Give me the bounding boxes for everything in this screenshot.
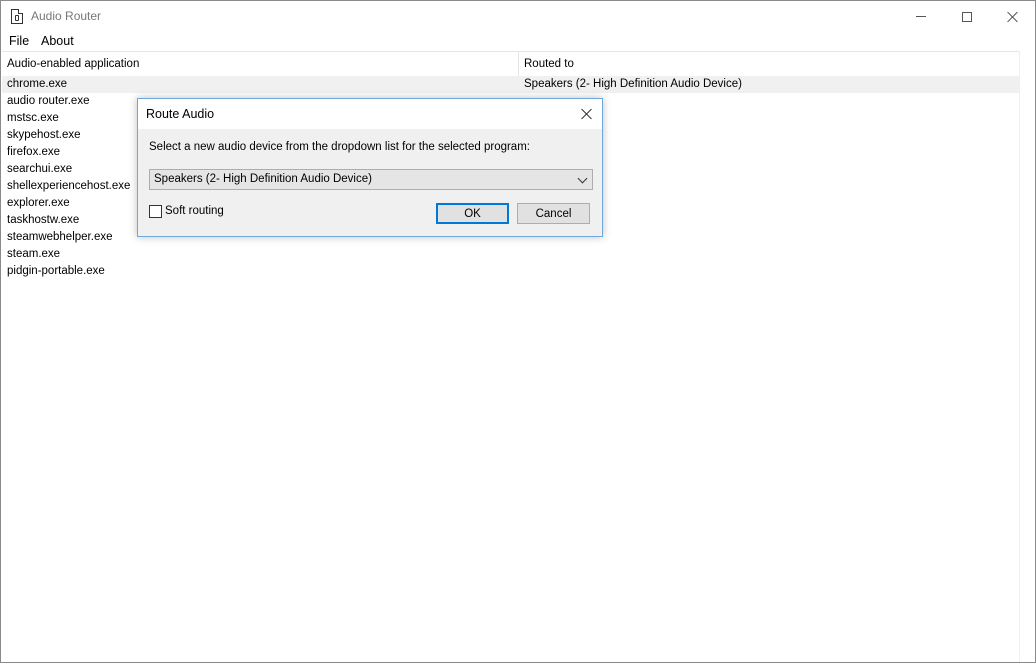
- ok-button[interactable]: OK: [436, 203, 509, 224]
- route-audio-dialog: Route Audio Select a new audio device fr…: [137, 98, 603, 237]
- audio-device-dropdown[interactable]: Speakers (2- High Definition Audio Devic…: [149, 169, 593, 190]
- dialog-title: Route Audio: [146, 107, 215, 121]
- audio-device-value: Speakers (2- High Definition Audio Devic…: [154, 173, 372, 185]
- dialog-close-button[interactable]: [575, 103, 599, 125]
- column-divider[interactable]: [518, 52, 519, 77]
- close-button[interactable]: [990, 1, 1036, 32]
- menu-about[interactable]: About: [41, 34, 74, 48]
- maximize-button[interactable]: [944, 1, 990, 32]
- app-name: mstsc.exe: [7, 112, 59, 124]
- list-row[interactable]: chrome.exe Speakers (2- High Definition A…: [2, 76, 1020, 93]
- app-name: audio router.exe: [7, 95, 90, 107]
- column-header-routed-to[interactable]: Routed to: [524, 58, 574, 70]
- soft-routing-label[interactable]: Soft routing: [165, 205, 224, 217]
- app-name: explorer.exe: [7, 197, 70, 209]
- dialog-title-bar[interactable]: Route Audio: [138, 99, 602, 129]
- close-icon: [1007, 11, 1019, 23]
- app-name: steamwebhelper.exe: [7, 231, 113, 243]
- maximize-icon: [962, 11, 972, 22]
- list-right-edge: [1019, 51, 1035, 662]
- window-title: Audio Router: [31, 9, 102, 23]
- soft-routing-checkbox[interactable]: [149, 205, 162, 218]
- app-name: steam.exe: [7, 248, 61, 260]
- close-icon: [581, 108, 593, 120]
- app-name: skypehost.exe: [7, 129, 81, 141]
- app-name: firefox.exe: [7, 146, 61, 158]
- cancel-button[interactable]: Cancel: [517, 203, 590, 224]
- app-name: chrome.exe: [7, 78, 68, 90]
- routed-device: Speakers (2- High Definition Audio Devic…: [524, 78, 742, 90]
- app-name: shellexperiencehost.exe: [7, 180, 131, 192]
- menu-bar: File About: [1, 32, 1035, 51]
- list-row[interactable]: steam.exe: [2, 246, 1020, 263]
- minimize-button[interactable]: [898, 1, 944, 32]
- dialog-prompt: Select a new audio device from the dropd…: [149, 141, 530, 153]
- title-bar[interactable]: Audio Router: [1, 1, 1035, 32]
- app-name: taskhostw.exe: [7, 214, 80, 226]
- app-name: pidgin-portable.exe: [7, 265, 105, 277]
- chevron-down-icon: [577, 173, 588, 184]
- minimize-icon: [916, 16, 926, 17]
- list-header: Audio-enabled application Routed to: [2, 51, 1020, 77]
- document-icon: [11, 9, 23, 24]
- column-header-application[interactable]: Audio-enabled application: [7, 58, 139, 70]
- app-name: searchui.exe: [7, 163, 73, 175]
- menu-file[interactable]: File: [9, 34, 29, 48]
- list-row[interactable]: pidgin-portable.exe: [2, 263, 1020, 280]
